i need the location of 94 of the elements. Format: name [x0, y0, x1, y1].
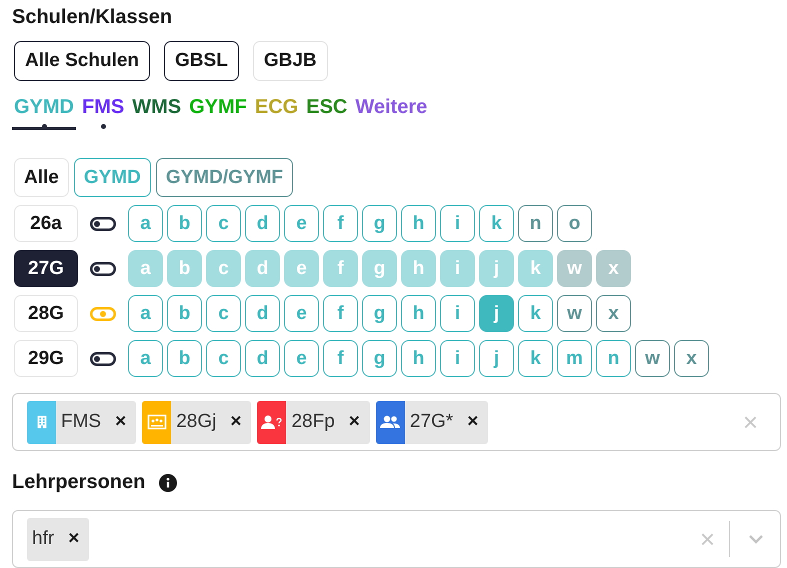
class-letter-button[interactable]: k: [518, 250, 553, 287]
remove-tag-button[interactable]: ×: [459, 411, 488, 433]
class-letter-button[interactable]: d: [245, 295, 280, 332]
class-letter-button[interactable]: f: [323, 295, 358, 332]
class-letter-button[interactable]: c: [206, 295, 241, 332]
class-letter-button[interactable]: n: [518, 205, 553, 242]
class-letter-button[interactable]: h: [401, 205, 436, 242]
class-letter-button[interactable]: j: [479, 295, 514, 332]
class-letter-button[interactable]: x: [674, 340, 709, 377]
class-letter-button[interactable]: h: [401, 340, 436, 377]
toggle-icon[interactable]: [90, 216, 116, 230]
filter-button[interactable]: GYMD/GYMF: [156, 158, 294, 197]
class-letter-button[interactable]: x: [596, 295, 631, 332]
section-heading: Lehrpersonen: [12, 471, 146, 494]
tag-label: 27G*: [408, 411, 454, 433]
class-letter-button[interactable]: a: [128, 250, 163, 287]
building-icon: [34, 415, 48, 429]
toggle-icon[interactable]: [90, 352, 116, 366]
info-icon: [159, 474, 178, 492]
people-icon: [380, 414, 400, 430]
presentation-icon: [146, 414, 167, 430]
class-letter-button[interactable]: b: [167, 340, 202, 377]
class-letter-button[interactable]: w: [635, 340, 670, 377]
toggle-icon[interactable]: [90, 262, 116, 276]
class-letter-button[interactable]: c: [206, 205, 241, 242]
class-button[interactable]: 27G: [14, 250, 78, 287]
class-letter-button[interactable]: j: [479, 340, 514, 377]
class-letter-button[interactable]: d: [245, 250, 280, 287]
class-letter-button[interactable]: w: [557, 250, 592, 287]
class-letter-button[interactable]: j: [479, 250, 514, 287]
class-button[interactable]: 26a: [14, 205, 78, 242]
class-letter-button[interactable]: a: [128, 295, 163, 332]
department-tab[interactable]: GYMF: [187, 93, 249, 130]
class-button[interactable]: 29G: [14, 340, 78, 377]
class-letter-button[interactable]: c: [206, 340, 241, 377]
class-button[interactable]: 28G: [14, 295, 78, 332]
class-letter-button[interactable]: i: [440, 250, 475, 287]
class-letter-button[interactable]: i: [440, 205, 475, 242]
class-select-field[interactable]: FMS × 28Gj × 28Fp × 27G* × ×: [12, 393, 781, 451]
teacher-select-field[interactable]: hfr × ×: [12, 510, 781, 568]
class-letter-button[interactable]: f: [323, 340, 358, 377]
class-letter-button[interactable]: g: [362, 295, 397, 332]
class-letter-button[interactable]: e: [284, 205, 319, 242]
tag-label: FMS: [60, 411, 102, 433]
filter-button[interactable]: GYMD: [74, 158, 151, 197]
clear-button[interactable]: ×: [728, 406, 772, 438]
class-letter-button[interactable]: a: [128, 205, 163, 242]
class-letter-button[interactable]: o: [557, 205, 592, 242]
class-letter-button[interactable]: c: [206, 250, 241, 287]
class-letter-button[interactable]: k: [479, 205, 514, 242]
class-letter-button[interactable]: b: [167, 250, 202, 287]
class-letter-button[interactable]: g: [362, 340, 397, 377]
department-tab[interactable]: GYMD: [12, 93, 76, 130]
person-question-icon: [260, 414, 283, 430]
department-tab[interactable]: Weitere: [353, 93, 430, 130]
class-letter-button[interactable]: k: [518, 295, 553, 332]
class-letter-button[interactable]: i: [440, 340, 475, 377]
department-tab[interactable]: ECG: [252, 93, 300, 130]
class-letter-button[interactable]: m: [557, 340, 592, 377]
class-letter-button[interactable]: a: [128, 340, 163, 377]
department-tab[interactable]: FMS: [80, 93, 126, 130]
class-letter-button[interactable]: d: [245, 340, 280, 377]
department-tab[interactable]: ESC: [304, 93, 350, 130]
clear-button[interactable]: ×: [686, 524, 729, 554]
class-letter-button[interactable]: i: [440, 295, 475, 332]
tag-label: 28Gj: [175, 411, 218, 433]
class-letter-button[interactable]: f: [323, 205, 358, 242]
class-letter-button[interactable]: f: [323, 250, 358, 287]
remove-tag-button[interactable]: ×: [107, 411, 136, 433]
tag-label: 28Fp: [290, 411, 336, 433]
remove-tag-button[interactable]: ×: [340, 411, 370, 433]
remove-tag-button[interactable]: ×: [60, 528, 90, 550]
class-letter-button[interactable]: n: [596, 340, 631, 377]
tag-label: hfr: [31, 528, 56, 550]
class-letter-button[interactable]: g: [362, 250, 397, 287]
school-button[interactable]: Alle Schulen: [14, 41, 150, 81]
class-letter-button[interactable]: e: [284, 250, 319, 287]
school-button[interactable]: GBSL: [164, 41, 239, 81]
class-letter-button[interactable]: h: [401, 250, 436, 287]
class-letter-button[interactable]: g: [362, 205, 397, 242]
school-button[interactable]: GBJB: [252, 41, 328, 81]
class-letter-button[interactable]: d: [245, 205, 280, 242]
class-letter-button[interactable]: h: [401, 295, 436, 332]
remove-tag-button[interactable]: ×: [222, 411, 252, 433]
class-letter-button[interactable]: e: [284, 295, 319, 332]
class-letter-button[interactable]: b: [167, 205, 202, 242]
class-letter-button[interactable]: x: [596, 250, 631, 287]
department-tab[interactable]: WMS: [130, 93, 184, 130]
class-letter-button[interactable]: b: [167, 295, 202, 332]
class-letter-button[interactable]: k: [518, 340, 553, 377]
class-letter-button[interactable]: w: [557, 295, 592, 332]
class-letter-button[interactable]: e: [284, 340, 319, 377]
filter-button[interactable]: Alle: [14, 158, 69, 197]
section-heading: Schulen/Klassen: [12, 6, 172, 29]
